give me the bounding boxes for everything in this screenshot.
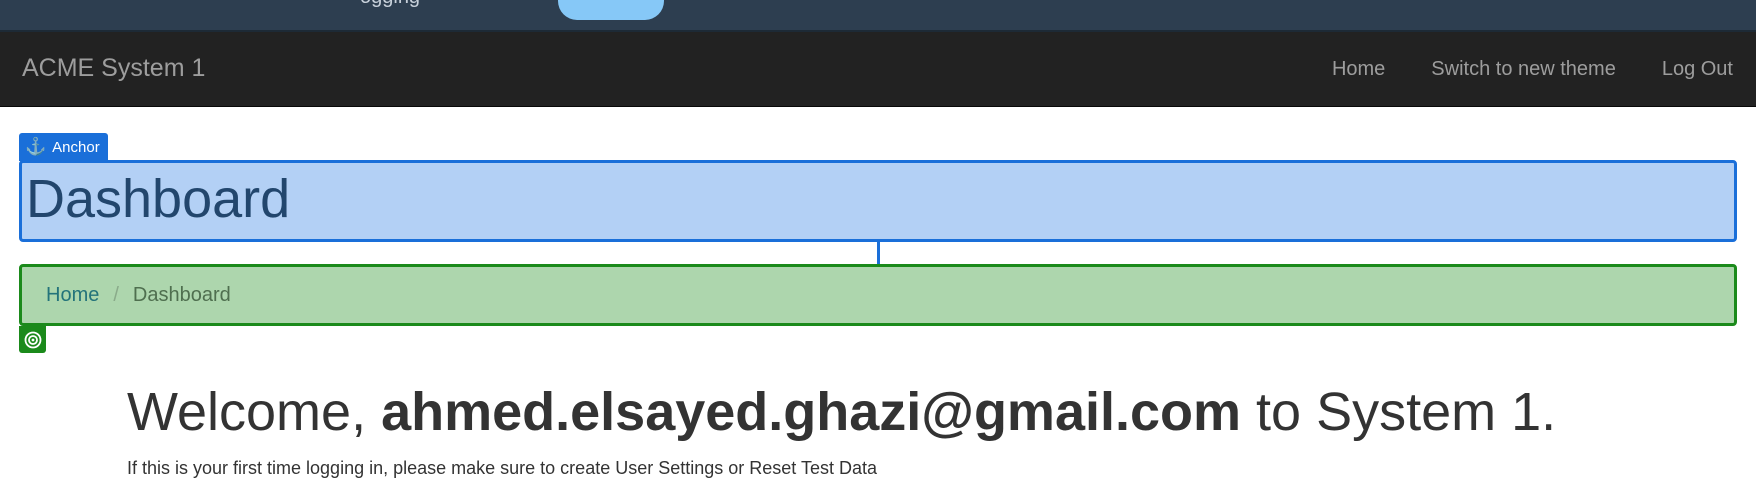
welcome-user-email: ahmed.elsayed.ghazi@gmail.com: [381, 382, 1242, 442]
intro-text: If this is your first time logging in, p…: [127, 458, 877, 478]
top-strip: ogging: [0, 0, 1756, 32]
page-title: Dashboard: [26, 169, 291, 229]
welcome-suffix: to System 1.: [1241, 382, 1557, 442]
anchor-connector-line: [877, 242, 880, 265]
nav-link-switch-theme[interactable]: Switch to new theme: [1408, 58, 1639, 81]
anchor-icon: ⚓: [25, 137, 47, 156]
navbar: ACME System 1 Home Switch to new theme L…: [0, 32, 1756, 107]
nav-link-home[interactable]: Home: [1309, 58, 1408, 81]
anchor-highlight-box: Dashboard: [19, 160, 1737, 242]
breadcrumb-current: Dashboard: [132, 283, 231, 306]
welcome-prefix: Welcome,: [127, 382, 382, 442]
navbar-brand[interactable]: ACME System 1: [22, 54, 205, 83]
nav-link-log-out[interactable]: Log Out: [1639, 58, 1756, 81]
breadcrumb-separator: /: [113, 283, 119, 306]
target-icon: [24, 331, 41, 348]
welcome-heading: Welcome, ahmed.elsayed.ghazi@gmail.com t…: [127, 380, 1556, 444]
top-strip-text: ogging: [360, 0, 420, 9]
target-tag: [19, 326, 46, 353]
navbar-links: Home Switch to new theme Log Out: [1309, 32, 1756, 107]
anchor-tag-label: Anchor: [52, 138, 100, 156]
top-strip-pill-button[interactable]: [558, 0, 664, 20]
breadcrumb-home-link[interactable]: Home: [46, 284, 99, 307]
anchor-tag: ⚓ Anchor: [19, 133, 108, 161]
breadcrumb: Home / Dashboard: [19, 264, 1737, 326]
